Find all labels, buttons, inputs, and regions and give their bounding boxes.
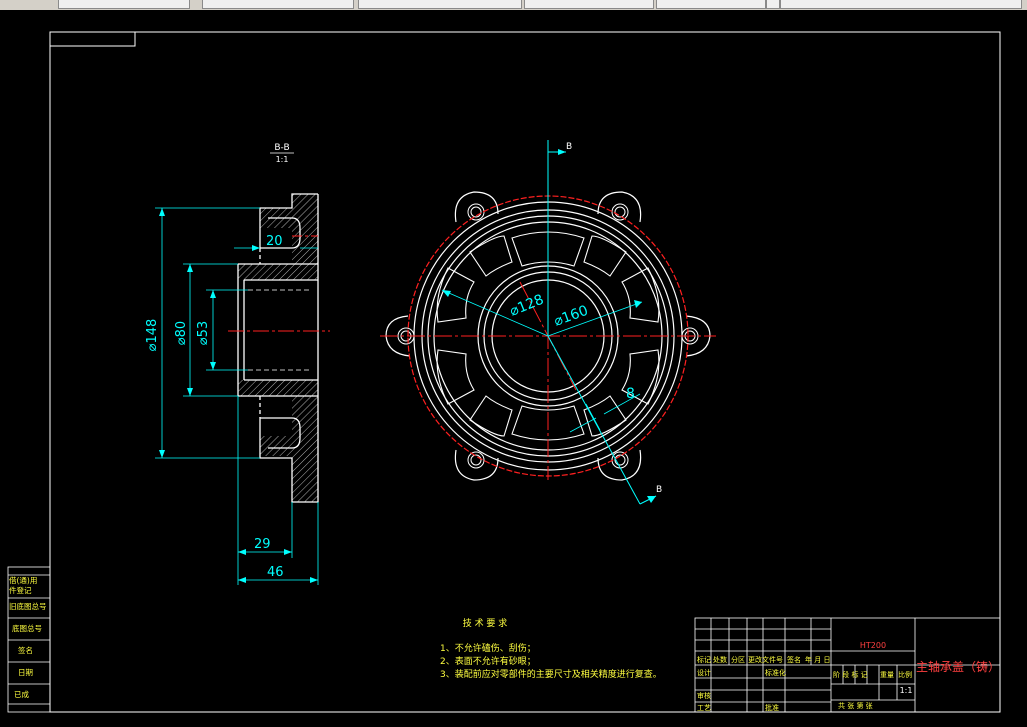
document-tab[interactable] bbox=[524, 0, 654, 9]
dim-8: 8 bbox=[626, 386, 635, 402]
dim-d148: ⌀148 bbox=[145, 319, 160, 352]
drawing-frame bbox=[49, 31, 1001, 713]
title-block: 标记 处数 分区 更改文件号 签名 年 月 日 设计 标准化 审核 工艺 批准 … bbox=[694, 617, 1001, 713]
tb-label: 批准 bbox=[765, 703, 779, 712]
document-tab[interactable] bbox=[202, 0, 354, 9]
tb-label: 签名 bbox=[787, 655, 801, 664]
side-panel-label: 底图总号 bbox=[12, 623, 42, 633]
tb-label: 处数 bbox=[713, 655, 727, 664]
document-tab[interactable] bbox=[58, 0, 190, 9]
front-view: B B ⌀128 ⌀160 8 bbox=[380, 140, 716, 505]
side-panel-label: 已成 bbox=[14, 689, 29, 699]
side-panel-label: 日期 bbox=[18, 668, 33, 677]
dim-29: 29 bbox=[254, 537, 271, 552]
tb-label: 阶 段 标 记 bbox=[833, 670, 868, 679]
tb-label: 分区 bbox=[731, 655, 745, 664]
tb-label: 工艺 bbox=[697, 704, 711, 712]
tb-label: 设计 bbox=[697, 668, 711, 677]
technical-requirements: 技 术 要 求 1、不允许磕伤、刮伤； 2、表面不允许有砂眼； 3、装配前应对零… bbox=[440, 617, 662, 680]
tb-label: 共 张 第 张 bbox=[838, 701, 873, 710]
document-tab[interactable] bbox=[358, 0, 522, 9]
document-tab-strip bbox=[0, 0, 1027, 10]
section-scale: 1:1 bbox=[276, 155, 289, 164]
material: HT200 bbox=[860, 641, 886, 650]
tech-req-item: 1、不允许磕伤、刮伤； bbox=[440, 642, 536, 654]
tb-label: 审核 bbox=[697, 691, 711, 700]
side-panel-label: 借(通)用 bbox=[9, 575, 37, 585]
side-panel-label: 签名 bbox=[18, 645, 33, 655]
dim-20: 20 bbox=[266, 234, 283, 249]
cad-drawing-canvas[interactable]: 借(通)用 件登记 旧底图总号 底图总号 签名 日期 已成 B-B 1:1 ⌀1… bbox=[0, 10, 1027, 727]
scale-value: 1:1 bbox=[900, 686, 913, 695]
document-tab[interactable] bbox=[766, 0, 780, 9]
tb-label: 比例 bbox=[898, 670, 912, 679]
tb-label: 重量 bbox=[880, 671, 894, 679]
tech-req-title: 技 术 要 求 bbox=[463, 617, 508, 629]
dim-46: 46 bbox=[267, 565, 284, 580]
tech-req-item: 3、装配前应对零部件的主要尺寸及相关精度进行复查。 bbox=[440, 668, 662, 680]
dim-d80: ⌀80 bbox=[174, 321, 189, 345]
side-panel-label: 件登记 bbox=[9, 585, 32, 595]
side-register-panel: 借(通)用 件登记 旧底图总号 底图总号 签名 日期 已成 bbox=[7, 566, 51, 713]
dim-d53: ⌀53 bbox=[196, 321, 211, 345]
tb-label: 标记 bbox=[697, 655, 711, 664]
part-name: 主轴承盖（铸） bbox=[916, 659, 1000, 674]
cut-label-bottom: B bbox=[656, 485, 662, 495]
side-panel-label: 旧底图总号 bbox=[9, 601, 47, 611]
dim-d160: ⌀160 bbox=[552, 303, 591, 330]
section-view-b-b: B-B 1:1 ⌀148 ⌀80 ⌀53 20 29 46 bbox=[145, 143, 330, 585]
front-dimensions bbox=[441, 289, 643, 433]
tech-req-item: 2、表面不允许有砂眼； bbox=[440, 655, 536, 667]
cut-label-top: B bbox=[566, 142, 572, 152]
tb-label: 年 月 日 bbox=[805, 655, 830, 664]
document-tab[interactable] bbox=[780, 0, 1022, 9]
section-label: B-B bbox=[274, 143, 289, 153]
document-tab[interactable] bbox=[656, 0, 766, 9]
tb-label: 更改文件号 bbox=[748, 655, 783, 664]
tb-label: 标准化 bbox=[765, 668, 786, 677]
